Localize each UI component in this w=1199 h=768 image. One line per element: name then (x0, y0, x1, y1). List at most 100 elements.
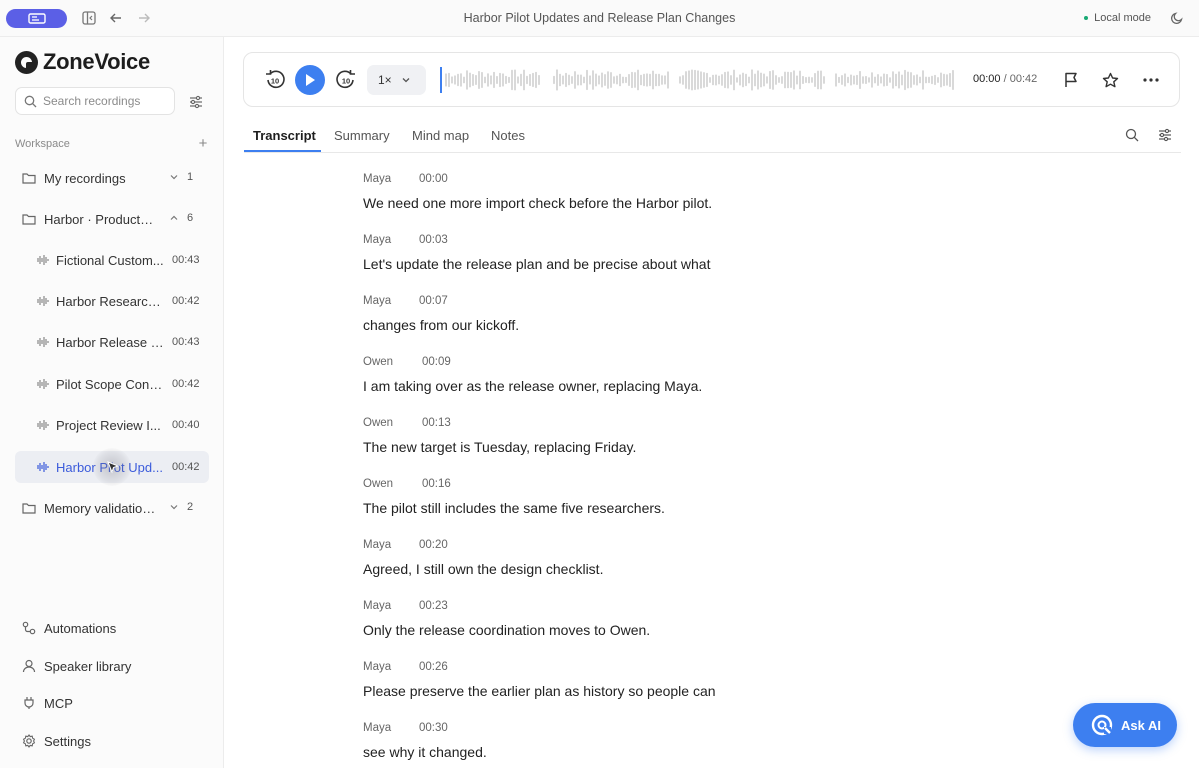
nav-automations[interactable]: Automations (15, 614, 209, 642)
speaker-name[interactable]: Owen (363, 478, 393, 490)
waveform-icon (37, 296, 49, 306)
folder-icon (22, 214, 36, 225)
app-logo: ZoneVoice (15, 49, 150, 74)
segment-timestamp[interactable]: 00:23 (419, 600, 448, 612)
total-time: 00:42 (1009, 73, 1038, 85)
nav-label: Automations (44, 620, 117, 636)
tab-transcript[interactable]: Transcript (253, 128, 316, 143)
speaker-name[interactable]: Maya (363, 600, 391, 612)
segment-text: Agreed, I still own the design checklist… (363, 561, 604, 577)
nav-label: Speaker library (44, 658, 132, 674)
forward-10-icon[interactable]: 10 (334, 68, 358, 92)
speaker-name[interactable]: Maya (363, 539, 391, 551)
segment-text: Let's update the release plan and be pre… (363, 256, 711, 272)
mode-indicator: Local mode (1084, 12, 1151, 24)
svg-text:10: 10 (271, 77, 279, 86)
workspace-label: Workspace (15, 138, 70, 150)
window-title: Harbor Pilot Updates and Release Plan Ch… (463, 11, 736, 25)
chevron-up-icon[interactable] (168, 212, 180, 224)
folder-label: My recordings (44, 170, 126, 186)
waveform-icon (37, 420, 49, 430)
search-icon[interactable] (1124, 127, 1140, 143)
folder-memory-validation[interactable]: Memory validation ... 2 (15, 493, 209, 523)
recording-item[interactable]: Harbor Release P... 00:43 (15, 326, 209, 358)
tab-notes[interactable]: Notes (491, 128, 525, 143)
folder-label: Memory validation ... (44, 500, 156, 516)
waveform-icon (37, 255, 49, 265)
nav-speaker-library[interactable]: Speaker library (15, 652, 209, 680)
chevron-down-icon[interactable] (168, 501, 180, 513)
nav-settings[interactable]: Settings (15, 727, 209, 755)
recording-label: Project Review I... (56, 417, 161, 433)
segment-text: I am taking over as the release owner, r… (363, 378, 703, 394)
segment-text: The new target is Tuesday, replacing Fri… (363, 439, 637, 455)
flag-icon[interactable] (1059, 68, 1083, 92)
folder-count: 2 (187, 501, 194, 513)
ask-ai-button[interactable]: Ask AI (1073, 703, 1177, 747)
speaker-name[interactable]: Owen (363, 356, 393, 368)
speaker-name[interactable]: Owen (363, 417, 393, 429)
recording-item[interactable]: Fictional Custom... 00:43 (15, 244, 209, 276)
segment-timestamp[interactable]: 00:13 (422, 417, 451, 429)
segment-timestamp[interactable]: 00:00 (419, 173, 448, 185)
filter-sliders-icon[interactable] (187, 93, 205, 111)
segment-text: The pilot still includes the same five r… (363, 500, 665, 516)
plug-icon (24, 697, 34, 709)
tab-summary[interactable]: Summary (334, 128, 390, 143)
segment-text: changes from our kickoff. (363, 317, 520, 333)
active-tab-indicator (244, 150, 321, 152)
segment-timestamp[interactable]: 00:20 (419, 539, 448, 551)
recording-item[interactable]: Project Review I... 00:40 (15, 409, 209, 441)
segment-timestamp[interactable]: 00:03 (419, 234, 448, 246)
recording-item[interactable]: Pilot Scope Confi... 00:42 (15, 368, 209, 400)
recording-label: Harbor Research ... (56, 293, 164, 309)
add-folder-button[interactable]: + (196, 135, 210, 152)
segment-text: see why it changed. (363, 744, 487, 760)
segment-text: We need one more import check before the… (363, 195, 713, 211)
waveform-icon (37, 462, 49, 472)
nav-label: MCP (44, 695, 73, 711)
play-button[interactable] (295, 65, 325, 95)
segment-timestamp[interactable]: 00:07 (419, 295, 448, 307)
content-tabs: Transcript Summary Mind map Notes (244, 115, 1181, 153)
speaker-name[interactable]: Maya (363, 722, 391, 734)
tab-mind-map[interactable]: Mind map (412, 128, 469, 143)
chevron-down-icon[interactable] (168, 171, 180, 183)
folder-my-recordings[interactable]: My recordings 1 (15, 163, 209, 193)
segment-timestamp[interactable]: 00:30 (419, 722, 448, 734)
segment-timestamp[interactable]: 00:09 (422, 356, 451, 368)
chevron-down-icon (402, 78, 410, 83)
recording-duration: 00:42 (172, 295, 200, 307)
recording-duration: 00:42 (172, 461, 200, 473)
speaker-name[interactable]: Maya (363, 234, 391, 246)
segment-timestamp[interactable]: 00:16 (422, 478, 451, 490)
playback-speed-select[interactable]: 1× (367, 65, 426, 95)
moon-icon[interactable] (1169, 10, 1185, 26)
filter-sliders-icon[interactable] (1157, 127, 1173, 143)
cursor-arrow-icon (107, 461, 120, 474)
folder-harbor[interactable]: Harbor · Product c... 6 (15, 204, 209, 234)
ai-chat-icon (1091, 714, 1113, 736)
current-time: 00:00 (973, 73, 1001, 85)
search-input[interactable] (43, 94, 163, 108)
more-options-icon[interactable] (1139, 68, 1163, 92)
speaker-name[interactable]: Maya (363, 661, 391, 673)
folder-label: Harbor · Product c... (44, 211, 156, 227)
speaker-name[interactable]: Maya (363, 295, 391, 307)
speaker-name[interactable]: Maya (363, 173, 391, 185)
rewind-10-icon[interactable]: 10 (263, 68, 287, 92)
waveform-scrubber[interactable] (440, 64, 958, 96)
ask-ai-label: Ask AI (1121, 717, 1161, 733)
star-icon[interactable] (1098, 68, 1122, 92)
mode-label: Local mode (1094, 12, 1151, 24)
speed-value: 1× (378, 73, 392, 87)
automation-icon (22, 621, 36, 635)
recording-item[interactable]: Harbor Research ... 00:42 (15, 285, 209, 317)
folder-count: 1 (187, 171, 194, 183)
app-name: ZoneVoice (43, 49, 150, 74)
nav-mcp[interactable]: MCP (15, 689, 209, 717)
segment-text: Please preserve the earlier plan as hist… (363, 683, 716, 699)
segment-timestamp[interactable]: 00:26 (419, 661, 448, 673)
search-icon (24, 95, 37, 107)
nav-label: Settings (44, 733, 91, 749)
